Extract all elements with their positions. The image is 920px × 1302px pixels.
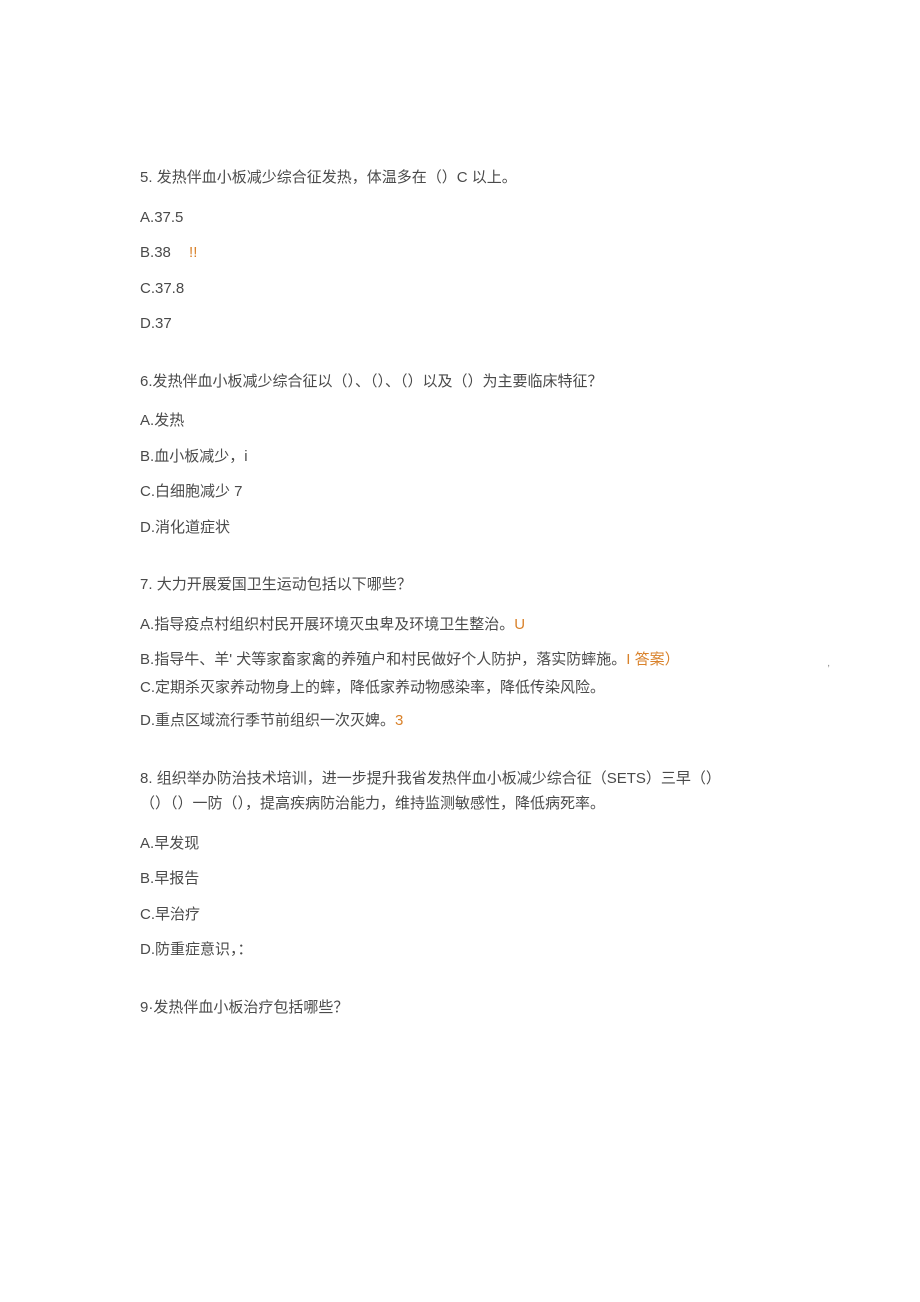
question-number: 8. bbox=[140, 770, 153, 787]
question-number: 5. bbox=[140, 169, 153, 186]
option-d: D.防重症意识，： bbox=[140, 937, 780, 963]
option-text: 37 bbox=[155, 315, 172, 332]
question-8: 8. 组织举办防治技术培训，进一步提升我省发热伴血小板减少综合征（SETS）三早… bbox=[140, 766, 780, 963]
option-group-bc: B.指导牛、羊' 犬等家畜家禽的养殖户和村民做好个人防护，落实防蟀施。I 答案）… bbox=[140, 647, 780, 700]
answer-mark: U bbox=[514, 616, 525, 633]
option-prefix: D. bbox=[140, 315, 155, 332]
question-body-line2: （）（）一防（），提高疾病防治能力，维持监测敏感性，降低病死率。 bbox=[140, 791, 780, 817]
option-text: 37.5 bbox=[154, 209, 183, 226]
question-text: 6.发热伴血小板减少综合征以（）、（）、（）以及（）为主要临床特征？ bbox=[140, 369, 780, 395]
answer-mark: I 答案） bbox=[626, 651, 679, 668]
option-text: 指导疫点村组织村民开展环境灭虫卑及环境卫生整治。 bbox=[154, 616, 514, 633]
question-number: 6. bbox=[140, 373, 153, 390]
option-text: 早发现 bbox=[154, 835, 199, 852]
option-text: 37.8 bbox=[155, 280, 184, 297]
option-text: 防重症意识，： bbox=[155, 941, 253, 958]
option-text: 白细胞减少 7 bbox=[155, 483, 243, 500]
option-prefix: A. bbox=[140, 835, 154, 852]
question-body: 发热伴血小板治疗包括哪些？ bbox=[153, 999, 348, 1016]
option-prefix: B. bbox=[140, 448, 154, 465]
question-body: 大力开展爱国卫生运动包括以下哪些？ bbox=[157, 576, 412, 593]
question-number: 7. bbox=[140, 576, 153, 593]
option-prefix: D. bbox=[140, 712, 155, 729]
option-text: 重点区域流行季节前组织一次灭婢。 bbox=[155, 712, 395, 729]
option-prefix: B. bbox=[140, 870, 154, 887]
question-text: 7. 大力开展爱国卫生运动包括以下哪些？ bbox=[140, 572, 780, 598]
option-text: 消化道症状 bbox=[155, 519, 230, 536]
option-text: 早报告 bbox=[154, 870, 199, 887]
option-a: A.指导疫点村组织村民开展环境灭虫卑及环境卫生整治。U bbox=[140, 612, 780, 638]
option-c: C.定期杀灭家养动物身上的蟀，降低家养动物感染率，降低传染风险。 bbox=[140, 675, 780, 701]
option-c: C.早治疗 bbox=[140, 902, 780, 928]
option-text: 指导牛、羊' 犬等家畜家禽的养殖户和村民做好个人防护，落实防蟀施。 bbox=[154, 651, 626, 668]
option-b: B.指导牛、羊' 犬等家畜家禽的养殖户和村民做好个人防护，落实防蟀施。I 答案） bbox=[140, 647, 780, 673]
question-number: 9· bbox=[140, 999, 153, 1016]
option-d: D.37 bbox=[140, 311, 780, 337]
question-text: 5. 发热伴血小板减少综合征发热，体温多在（）C 以上。 bbox=[140, 165, 780, 191]
question-text: 8. 组织举办防治技术培训，进一步提升我省发热伴血小板减少综合征（SETS）三早… bbox=[140, 766, 780, 817]
option-prefix: C. bbox=[140, 679, 155, 696]
answer-mark: !! bbox=[189, 244, 197, 261]
option-prefix: A. bbox=[140, 209, 154, 226]
option-b: B.血小板减少，i bbox=[140, 444, 780, 470]
option-prefix: C. bbox=[140, 280, 155, 297]
option-text: 定期杀灭家养动物身上的蟀，降低家养动物感染率，降低传染风险。 bbox=[155, 679, 605, 696]
option-prefix: D. bbox=[140, 941, 155, 958]
option-prefix: A. bbox=[140, 616, 154, 633]
option-text: 早治疗 bbox=[155, 906, 200, 923]
question-body: 发热伴血小板减少综合征发热，体温多在（）C 以上。 bbox=[157, 169, 517, 186]
option-d: D.重点区域流行季节前组织一次灭婢。3 bbox=[140, 708, 780, 734]
question-body: 发热伴血小板减少综合征以（）、（）、（）以及（）为主要临床特征？ bbox=[153, 373, 603, 390]
option-b: B.38 !! bbox=[140, 240, 780, 266]
option-a: A.37.5 bbox=[140, 205, 780, 231]
option-prefix: C. bbox=[140, 483, 155, 500]
option-prefix: B. bbox=[140, 651, 154, 668]
document-page: 5. 发热伴血小板减少综合征发热，体温多在（）C 以上。 A.37.5 B.38… bbox=[0, 0, 920, 1152]
option-text: 血小板减少，i bbox=[154, 448, 247, 465]
answer-mark: 3 bbox=[395, 712, 403, 729]
option-prefix: B. bbox=[140, 244, 154, 261]
option-prefix: D. bbox=[140, 519, 155, 536]
option-c: C.白细胞减少 7 bbox=[140, 479, 780, 505]
option-text: 发热 bbox=[154, 412, 184, 429]
option-a: A.发热 bbox=[140, 408, 780, 434]
question-body-line1: 组织举办防治技术培训，进一步提升我省发热伴血小板减少综合征（SETS）三早（） bbox=[157, 770, 721, 787]
question-text: 9·发热伴血小板治疗包括哪些？ bbox=[140, 995, 780, 1021]
question-5: 5. 发热伴血小板减少综合征发热，体温多在（）C 以上。 A.37.5 B.38… bbox=[140, 165, 780, 337]
option-a: A.早发现 bbox=[140, 831, 780, 857]
option-c: C.37.8 bbox=[140, 276, 780, 302]
option-text: 38 bbox=[154, 244, 171, 261]
option-prefix: A. bbox=[140, 412, 154, 429]
option-d: D.消化道症状 bbox=[140, 515, 780, 541]
option-prefix: C. bbox=[140, 906, 155, 923]
option-b: B.早报告 bbox=[140, 866, 780, 892]
question-9: 9·发热伴血小板治疗包括哪些？ bbox=[140, 995, 780, 1021]
question-7: 7. 大力开展爱国卫生运动包括以下哪些？ A.指导疫点村组织村民开展环境灭虫卑及… bbox=[140, 572, 780, 734]
question-6: 6.发热伴血小板减少综合征以（）、（）、（）以及（）为主要临床特征？ A.发热 … bbox=[140, 369, 780, 541]
